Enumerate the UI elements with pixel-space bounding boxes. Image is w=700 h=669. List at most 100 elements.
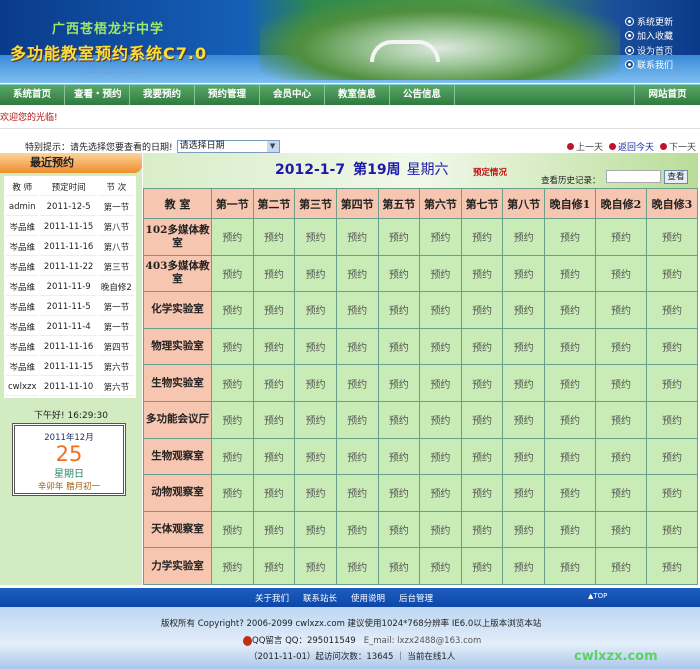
book-link[interactable]: 预约 bbox=[544, 437, 596, 476]
book-link[interactable]: 预约 bbox=[502, 437, 545, 476]
book-link[interactable]: 预约 bbox=[594, 510, 647, 549]
book-link[interactable]: 预约 bbox=[211, 510, 254, 549]
book-link[interactable]: 预约 bbox=[377, 254, 421, 293]
book-link[interactable]: 预约 bbox=[594, 437, 647, 476]
book-link[interactable]: 预约 bbox=[294, 474, 337, 512]
book-link[interactable]: 预约 bbox=[211, 218, 254, 256]
book-link[interactable]: 预约 bbox=[335, 400, 379, 439]
book-link[interactable]: 预约 bbox=[645, 327, 699, 366]
book-link[interactable]: 预约 bbox=[419, 327, 462, 366]
book-link[interactable]: 预约 bbox=[419, 547, 462, 585]
book-link[interactable]: 预约 bbox=[645, 547, 699, 585]
book-link[interactable]: 预约 bbox=[502, 474, 545, 512]
nav-member[interactable]: 会员中心 bbox=[260, 85, 325, 105]
book-link[interactable]: 预约 bbox=[252, 364, 296, 402]
book-link[interactable]: 预约 bbox=[645, 291, 699, 329]
book-link[interactable]: 预约 bbox=[335, 254, 379, 293]
book-link[interactable]: 预约 bbox=[335, 510, 379, 549]
book-link[interactable]: 预约 bbox=[252, 327, 296, 366]
book-link[interactable]: 预约 bbox=[594, 291, 647, 329]
book-link[interactable]: 预约 bbox=[460, 327, 504, 366]
next-day-link[interactable]: 下一天 bbox=[659, 140, 696, 153]
nav-book[interactable]: 我要预约 bbox=[130, 85, 195, 105]
book-link[interactable]: 预约 bbox=[335, 474, 379, 512]
book-link[interactable]: 预约 bbox=[460, 510, 504, 549]
link-add-favorite[interactable]: 加入收藏 bbox=[625, 29, 673, 44]
book-link[interactable]: 预约 bbox=[419, 364, 462, 402]
book-link[interactable]: 预约 bbox=[419, 510, 462, 549]
book-link[interactable]: 预约 bbox=[544, 547, 596, 585]
book-link[interactable]: 预约 bbox=[252, 510, 296, 549]
nav-view-book[interactable]: 查看・预约 bbox=[65, 85, 130, 105]
book-link[interactable]: 预约 bbox=[252, 437, 296, 476]
history-input[interactable] bbox=[606, 170, 661, 183]
footer-help[interactable]: 使用说明 bbox=[351, 592, 385, 604]
book-link[interactable]: 预约 bbox=[335, 364, 379, 402]
book-link[interactable]: 预约 bbox=[419, 400, 462, 439]
book-link[interactable]: 预约 bbox=[252, 254, 296, 293]
book-link[interactable]: 预约 bbox=[502, 400, 545, 439]
book-link[interactable]: 预约 bbox=[252, 218, 296, 256]
book-link[interactable]: 预约 bbox=[252, 400, 296, 439]
book-link[interactable]: 预约 bbox=[377, 327, 421, 366]
book-link[interactable]: 预约 bbox=[252, 291, 296, 329]
book-link[interactable]: 预约 bbox=[502, 547, 545, 585]
book-link[interactable]: 预约 bbox=[294, 327, 337, 366]
book-link[interactable]: 预约 bbox=[252, 474, 296, 512]
book-link[interactable]: 预约 bbox=[544, 291, 596, 329]
link-system-update[interactable]: 系统更新 bbox=[625, 14, 673, 29]
nav-home[interactable]: 系统首页 bbox=[0, 85, 65, 105]
book-link[interactable]: 预约 bbox=[544, 364, 596, 402]
back-to-top[interactable]: ▲TOP bbox=[588, 592, 607, 600]
book-link[interactable]: 预约 bbox=[502, 364, 545, 402]
link-set-homepage[interactable]: 设为首页 bbox=[625, 43, 673, 58]
book-link[interactable]: 预约 bbox=[377, 510, 421, 549]
book-link[interactable]: 预约 bbox=[544, 510, 596, 549]
book-link[interactable]: 预约 bbox=[645, 218, 699, 256]
book-link[interactable]: 预约 bbox=[211, 291, 254, 329]
date-select[interactable]: 请选择日期 ▼ bbox=[176, 140, 280, 153]
book-link[interactable]: 预约 bbox=[594, 400, 647, 439]
book-link[interactable]: 预约 bbox=[252, 547, 296, 585]
book-link[interactable]: 预约 bbox=[594, 474, 647, 512]
book-link[interactable]: 预约 bbox=[211, 327, 254, 366]
book-link[interactable]: 预约 bbox=[594, 254, 647, 293]
book-link[interactable]: 预约 bbox=[335, 437, 379, 476]
book-link[interactable]: 预约 bbox=[594, 218, 647, 256]
book-link[interactable]: 预约 bbox=[294, 291, 337, 329]
book-link[interactable]: 预约 bbox=[419, 474, 462, 512]
nav-manage[interactable]: 预约管理 bbox=[195, 85, 260, 105]
book-link[interactable]: 预约 bbox=[211, 364, 254, 402]
book-link[interactable]: 预约 bbox=[502, 218, 545, 256]
book-link[interactable]: 预约 bbox=[294, 437, 337, 476]
book-link[interactable]: 预约 bbox=[460, 291, 504, 329]
book-link[interactable]: 预约 bbox=[377, 218, 421, 256]
book-link[interactable]: 预约 bbox=[294, 510, 337, 549]
book-link[interactable]: 预约 bbox=[645, 254, 699, 293]
book-link[interactable]: 预约 bbox=[645, 364, 699, 402]
book-link[interactable]: 预约 bbox=[460, 218, 504, 256]
book-link[interactable]: 预约 bbox=[377, 291, 421, 329]
book-link[interactable]: 预约 bbox=[419, 291, 462, 329]
book-link[interactable]: 预约 bbox=[645, 437, 699, 476]
book-link[interactable]: 预约 bbox=[645, 510, 699, 549]
book-link[interactable]: 预约 bbox=[335, 327, 379, 366]
today-link[interactable]: 返回今天 bbox=[608, 140, 654, 153]
book-link[interactable]: 预约 bbox=[502, 254, 545, 293]
nav-website-home[interactable]: 网站首页 bbox=[635, 85, 700, 105]
history-search-button[interactable]: 查看 bbox=[664, 170, 688, 184]
book-link[interactable]: 预约 bbox=[544, 218, 596, 256]
book-link[interactable]: 预约 bbox=[460, 474, 504, 512]
book-link[interactable]: 预约 bbox=[645, 474, 699, 512]
book-link[interactable]: 预约 bbox=[377, 437, 421, 476]
book-link[interactable]: 预约 bbox=[294, 218, 337, 256]
book-link[interactable]: 预约 bbox=[294, 364, 337, 402]
book-link[interactable]: 预约 bbox=[502, 327, 545, 366]
footer-contact[interactable]: 联系站长 bbox=[303, 592, 337, 604]
book-link[interactable]: 预约 bbox=[544, 474, 596, 512]
book-link[interactable]: 预约 bbox=[335, 291, 379, 329]
book-link[interactable]: 预约 bbox=[377, 400, 421, 439]
book-link[interactable]: 预约 bbox=[419, 437, 462, 476]
book-link[interactable]: 预约 bbox=[460, 400, 504, 439]
book-link[interactable]: 预约 bbox=[460, 437, 504, 476]
